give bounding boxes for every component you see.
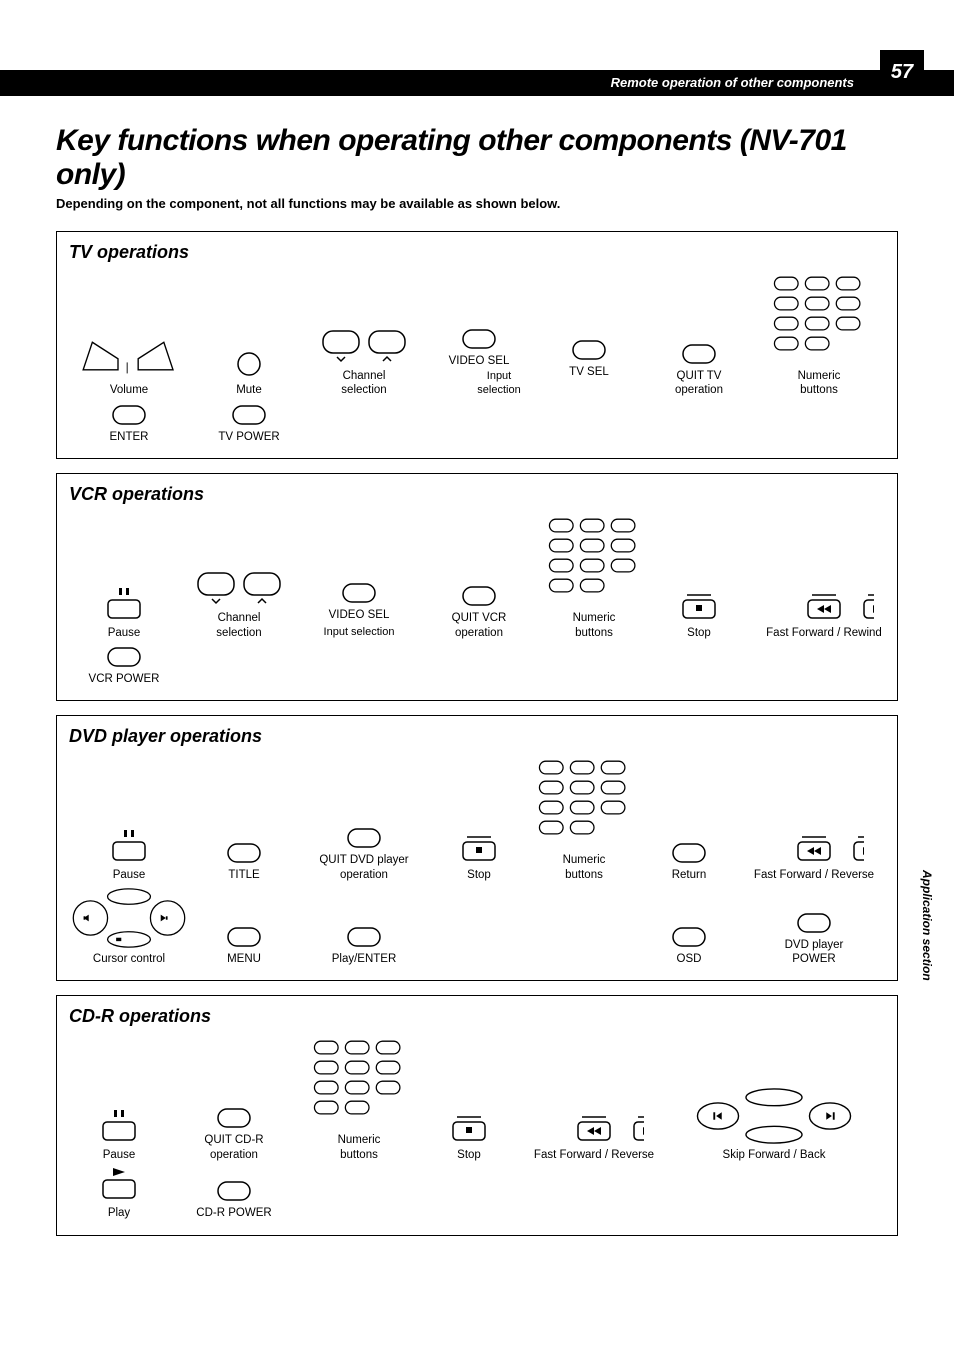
vcr-ffrw: Fast Forward / Rewind [766, 592, 882, 640]
tv-numeric: Numeric buttons [769, 273, 869, 398]
vcr-video-sel: VIDEO SEL Input selection [324, 582, 395, 640]
cdr-numeric: Numeric buttons [309, 1037, 409, 1162]
page-number: 57 [880, 50, 924, 90]
vcr-pause: Pause [102, 588, 146, 640]
cdr-power: CD-R POWER [196, 1180, 271, 1220]
cdr-ffrv: Fast Forward / Reverse [534, 1114, 654, 1162]
banner: Remote operation of other components 57 [0, 70, 954, 96]
subtitle: Depending on the component, not all func… [56, 196, 898, 211]
cdr-skip: Skip Forward / Back [689, 1088, 859, 1162]
dvd-stop: Stop [457, 834, 501, 882]
tv-power: TV POWER [218, 404, 279, 444]
tv-title: TV operations [69, 242, 885, 263]
tv-mute: Mute [234, 349, 264, 397]
tv-tv-sel: TV SEL [567, 339, 611, 398]
dvd-cursor: Cursor control [64, 888, 194, 966]
dvd-numeric: Numeric buttons [534, 757, 634, 882]
tv-video-sel: VIDEO SEL Input selection [429, 328, 529, 398]
tv-channel: Channel selection [319, 325, 409, 398]
vcr-title: VCR operations [69, 484, 885, 505]
page-title: Key functions when operating other compo… [56, 124, 898, 192]
tv-enter: ENTER [107, 404, 151, 444]
dvd-title: DVD player operations [69, 726, 885, 747]
tv-volume: Volume [74, 333, 184, 397]
vcr-section: VCR operations Pause Channel selection V… [56, 473, 898, 701]
dvd-pause: Pause [107, 830, 151, 882]
tv-quit: QUIT TV operation [675, 343, 723, 398]
tv-section: TV operations Volume Mute Channel select… [56, 231, 898, 459]
vcr-numeric: Numeric buttons [544, 515, 644, 640]
side-section-label: Application section [920, 870, 934, 981]
vcr-quit: QUIT VCR operation [452, 585, 507, 640]
vcr-stop: Stop [677, 592, 721, 640]
cdr-quit: QUIT CD-R operation [204, 1107, 263, 1162]
cdr-stop: Stop [447, 1114, 491, 1162]
cdr-title: CD-R operations [69, 1006, 885, 1027]
dvd-play-enter: Play/ENTER [332, 926, 397, 966]
dvd-quit: QUIT DVD player operation [319, 827, 408, 882]
dvd-title-btn: TITLE [222, 842, 266, 882]
vcr-power: VCR POWER [89, 646, 160, 686]
dvd-return: Return [667, 842, 711, 882]
cdr-play: Play [97, 1168, 141, 1220]
dvd-menu: MENU [222, 926, 266, 966]
dvd-ffrv: Fast Forward / Reverse [754, 834, 874, 882]
dvd-osd: OSD [667, 926, 711, 966]
dvd-section: DVD player operations Pause TITLE QUIT D… [56, 715, 898, 981]
dvd-power: DVD player POWER [785, 912, 844, 967]
vcr-channel: Channel selection [194, 567, 284, 640]
cdr-pause: Pause [97, 1110, 141, 1162]
banner-text: Remote operation of other components [611, 75, 854, 90]
cdr-section: CD-R operations Pause QUIT CD-R operatio… [56, 995, 898, 1235]
